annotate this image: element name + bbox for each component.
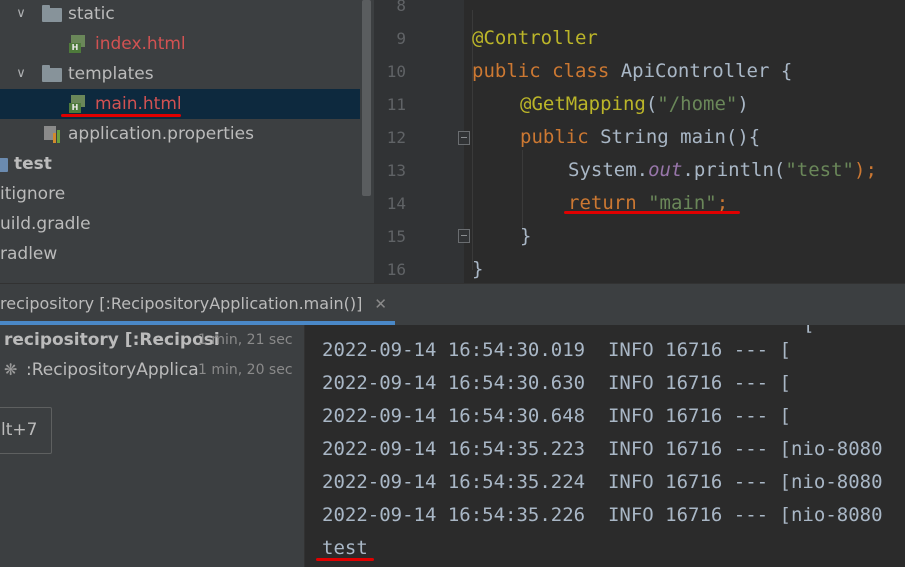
red-annotation-underline bbox=[61, 114, 181, 117]
red-annotation-underline bbox=[564, 211, 740, 214]
html-file-icon: H bbox=[67, 35, 87, 53]
project-tree-scrollbar[interactable] bbox=[360, 0, 374, 283]
tree-item-gitignore[interactable]: itignore bbox=[0, 179, 360, 209]
annotation-token: @GetMapping bbox=[520, 93, 646, 115]
run-tool-window-header: recipository [:RecipositoryApplication.m… bbox=[0, 283, 905, 325]
tree-item-gradlew[interactable]: radlew bbox=[0, 239, 360, 269]
tree-item-application-properties[interactable]: application.properties bbox=[0, 119, 360, 149]
chevron-down-icon[interactable]: ∨ bbox=[13, 59, 29, 89]
tree-item-label: index.html bbox=[95, 34, 186, 54]
scrollbar-thumb[interactable] bbox=[362, 0, 371, 196]
indent-guide bbox=[522, 150, 523, 230]
tree-item-label: itignore bbox=[0, 184, 66, 204]
annotation-token: @Controller bbox=[472, 27, 598, 49]
properties-file-icon bbox=[42, 125, 62, 143]
line-number: 9 bbox=[396, 29, 406, 48]
code-line-9: @Controller bbox=[472, 22, 598, 55]
red-annotation-underline bbox=[316, 558, 374, 561]
tree-item-index-html[interactable]: H index.html bbox=[0, 29, 360, 59]
code-token: .println( bbox=[682, 159, 786, 181]
folder-icon bbox=[42, 5, 62, 23]
code-token: ( bbox=[645, 93, 658, 115]
tree-item-build-gradle[interactable]: uild.gradle bbox=[0, 209, 360, 239]
spinner-icon: ❋ bbox=[4, 360, 18, 379]
code-line-12: public String main(){ bbox=[520, 121, 760, 154]
keyword-token: public class bbox=[472, 60, 621, 82]
chevron-down-icon[interactable]: ∨ bbox=[13, 0, 29, 29]
fold-collapse-icon[interactable] bbox=[458, 131, 470, 145]
console-line: 2022-09-14 16:54:30.019 INFO 16716 --- [ bbox=[322, 339, 791, 361]
close-icon[interactable]: ✕ bbox=[374, 295, 387, 313]
project-tree-panel: ∨ static H index.html ∨ templates H main… bbox=[0, 0, 360, 283]
tree-item-partial: ​ bbox=[0, 269, 360, 283]
console-line: 2022-09-14 16:54:35.226 INFO 16716 --- [… bbox=[322, 504, 883, 526]
folder-icon bbox=[0, 155, 8, 173]
run-config-tab[interactable]: recipository [:RecipositoryApplication.m… bbox=[0, 284, 387, 324]
code-token: ); bbox=[854, 159, 877, 181]
code-token: } bbox=[472, 258, 484, 280]
tree-item-static-folder[interactable]: ∨ static bbox=[0, 0, 360, 29]
tree-item-label: test bbox=[14, 154, 52, 174]
code-editor[interactable]: 8 9 10 11 12 13 14 15 16 @Controller pub… bbox=[374, 0, 905, 283]
console-line: 2022-09-14 16:54:30.648 INFO 16716 --- [ bbox=[322, 405, 791, 427]
code-line-15: } bbox=[520, 220, 531, 253]
code-token: ) bbox=[737, 93, 749, 115]
console-output[interactable]: [ 2022-09-14 16:54:30.019 INFO 16716 ---… bbox=[305, 325, 905, 567]
tree-item-label: application.properties bbox=[68, 124, 254, 144]
code-token: String main(){ bbox=[600, 126, 761, 148]
run-duration: 1 min, 20 sec bbox=[198, 362, 293, 378]
string-token: "/home" bbox=[657, 93, 738, 115]
code-line-11: @GetMapping("/home") bbox=[520, 88, 749, 121]
line-number: 14 bbox=[386, 194, 406, 213]
console-line: 2022-09-14 16:54:35.223 INFO 16716 --- [… bbox=[322, 438, 883, 460]
tree-item-label: static bbox=[68, 4, 115, 24]
console-line-partial: [ bbox=[803, 325, 814, 341]
line-number: 11 bbox=[386, 95, 406, 114]
run-tree-label: recipository [:Reciposi bbox=[4, 330, 220, 350]
tree-item-label: uild.gradle bbox=[0, 214, 91, 234]
line-number: 8 bbox=[396, 0, 406, 15]
folder-icon bbox=[42, 65, 62, 83]
class-name-token: ApiController { bbox=[620, 60, 793, 82]
code-line-14: return "main"; bbox=[568, 187, 728, 220]
tree-item-test-folder[interactable]: test bbox=[0, 149, 360, 179]
code-token: System. bbox=[568, 159, 649, 181]
line-number: 16 bbox=[386, 260, 406, 279]
code-token: } bbox=[520, 225, 532, 247]
console-line: 2022-09-14 16:54:30.630 INFO 16716 --- [ bbox=[322, 372, 791, 394]
keyword-token: public bbox=[520, 126, 601, 148]
run-duration: 1 min, 21 sec bbox=[198, 332, 293, 348]
line-number: 15 bbox=[386, 227, 406, 246]
code-line-16: } bbox=[472, 253, 483, 283]
line-number: 12 bbox=[386, 128, 406, 147]
run-tree-item-application[interactable]: ❋ :RecipositoryApplica bbox=[4, 355, 199, 385]
console-line: 2022-09-14 16:54:35.224 INFO 16716 --- [… bbox=[322, 471, 883, 493]
tree-item-templates-folder[interactable]: ∨ templates bbox=[0, 59, 360, 89]
tree-item-label: radlew bbox=[0, 244, 58, 264]
run-tree-item-recipository[interactable]: recipository [:Reciposi bbox=[4, 325, 220, 355]
html-file-icon: H bbox=[67, 95, 87, 113]
code-line-13: System.out.println("test"); bbox=[568, 154, 877, 187]
fold-collapse-icon[interactable] bbox=[458, 229, 470, 243]
string-token: "test" bbox=[785, 159, 854, 181]
run-tree-label: :RecipositoryApplica bbox=[26, 360, 199, 380]
tree-item-label: templates bbox=[68, 64, 154, 84]
line-number: 10 bbox=[386, 62, 406, 81]
shortcut-tooltip: lt+7 bbox=[0, 407, 52, 454]
run-tab-label: recipository [:RecipositoryApplication.m… bbox=[0, 294, 363, 313]
line-number: 13 bbox=[386, 161, 406, 180]
code-line-10: public class ApiController { bbox=[472, 55, 792, 88]
field-token: out bbox=[648, 159, 683, 181]
